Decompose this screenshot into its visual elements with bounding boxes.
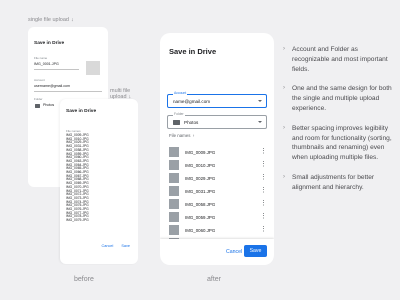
after-label: after xyxy=(207,276,222,283)
list-item: IMG_0031.JPG ⋮ xyxy=(169,186,269,199)
folder-value: Photos xyxy=(184,119,199,125)
single-upload-caption-text: single file upload xyxy=(28,17,69,23)
dialog-title: Save in Drive xyxy=(169,47,217,56)
chevron-right-icon: › xyxy=(283,85,285,92)
image-thumbnail xyxy=(169,225,179,235)
file-name[interactable]: IMG_0060.JPG xyxy=(185,228,215,233)
note-item: › One and the same design for both the si… xyxy=(283,84,393,113)
note-text: Better spacing improves legibility and r… xyxy=(292,124,392,162)
folder-label: Folder xyxy=(34,97,43,101)
dialog-actions: Cancel Save xyxy=(102,244,130,248)
save-button[interactable]: Save xyxy=(244,245,267,257)
chevron-right-icon: › xyxy=(283,46,285,52)
account-label: Account xyxy=(34,78,45,82)
more-vert-icon[interactable]: ⋮ xyxy=(260,174,267,182)
list-item: IMG_0059.JPG ⋮ xyxy=(169,212,269,225)
before-label: before xyxy=(74,276,94,283)
folder-field[interactable]: Photos xyxy=(43,103,54,107)
image-thumbnail xyxy=(86,61,100,75)
note-item: › Small adjustments for better alignment … xyxy=(283,173,393,193)
dialog-title: Save in Drive xyxy=(34,41,65,46)
account-field[interactable]: username@gmail.com xyxy=(34,84,70,88)
file-name[interactable]: IMG_0058.JPG xyxy=(185,202,215,207)
divider xyxy=(34,91,102,92)
folder-select[interactable]: Folder Photos xyxy=(167,112,267,129)
file-name[interactable]: IMG_0059.JPG xyxy=(185,215,215,220)
more-vert-icon[interactable]: ⋮ xyxy=(260,148,267,156)
list-item: IMG_0010.JPG ⋮ xyxy=(169,160,269,173)
design-notes: › Account and Folder as recognizable and … xyxy=(283,45,393,203)
image-thumbnail xyxy=(169,147,179,157)
more-vert-icon[interactable]: ⋮ xyxy=(260,187,267,195)
image-thumbnail xyxy=(169,186,179,196)
note-text: One and the same design for both the sin… xyxy=(292,85,392,112)
note-item: › Better spacing improves legibility and … xyxy=(283,124,393,163)
note-text: Account and Folder as recognizable and m… xyxy=(292,46,388,73)
more-vert-icon[interactable]: ⋮ xyxy=(260,200,267,208)
list-item: IMG_0009.JPG ⋮ xyxy=(169,147,269,160)
image-thumbnail xyxy=(169,212,179,222)
more-vert-icon[interactable]: ⋮ xyxy=(260,226,267,234)
file-names-sort-header[interactable]: File names ↑ xyxy=(169,133,194,138)
file-name[interactable]: IMG_0009.JPG xyxy=(185,150,215,155)
account-select[interactable]: Account name@gmail.com xyxy=(167,91,267,108)
file-names-label: File names xyxy=(169,133,191,138)
single-upload-caption: single file upload ↓ xyxy=(28,17,74,23)
folder-label: Folder xyxy=(173,112,185,116)
account-value: name@gmail.com xyxy=(173,98,211,104)
note-item: › Account and Folder as recognizable and … xyxy=(283,45,393,74)
more-vert-icon[interactable]: ⋮ xyxy=(260,213,267,221)
file-name[interactable]: IMG_0029.JPG xyxy=(185,176,215,181)
more-vert-icon[interactable]: ⋮ xyxy=(260,161,267,169)
dialog-action-bar: Cancel Save xyxy=(160,239,274,265)
after-upload-screen: Save in Drive Account name@gmail.com Fol… xyxy=(160,33,274,265)
file-name[interactable]: IMG_0010.JPG xyxy=(185,163,215,168)
before-multi-upload-screen: Save in Drive File names IMG_0009.JPG IM… xyxy=(60,99,138,264)
divider xyxy=(34,69,79,70)
image-thumbnail xyxy=(169,199,179,209)
image-thumbnail xyxy=(169,173,179,183)
cancel-button[interactable]: Cancel xyxy=(102,244,114,248)
list-item: IMG_0060.JPG ⋮ xyxy=(169,225,269,238)
account-label: Account xyxy=(173,91,188,95)
file-name-label: File name xyxy=(34,56,48,60)
cancel-button[interactable]: Cancel xyxy=(226,249,242,255)
arrow-down-icon: ↓ xyxy=(70,17,74,23)
save-button[interactable]: Save xyxy=(121,244,130,248)
chevron-right-icon: › xyxy=(283,173,285,180)
file-name[interactable]: IMG_0031.JPG xyxy=(185,189,215,194)
chevron-down-icon xyxy=(258,120,262,123)
list-item: IMG_0079.JPG xyxy=(66,218,89,223)
folder-icon xyxy=(35,104,40,108)
list-item: IMG_0029.JPG ⋮ xyxy=(169,173,269,186)
file-name-list: IMG_0009.JPG IMG_0010.JPG IMG_0029.JPG I… xyxy=(66,133,89,223)
note-text: Small adjustments for better alignment a… xyxy=(292,173,375,191)
arrow-up-icon: ↑ xyxy=(192,133,195,138)
folder-icon xyxy=(173,120,180,126)
chevron-down-icon xyxy=(258,99,262,102)
chevron-right-icon: › xyxy=(283,124,285,131)
file-name-field[interactable]: IMG_0001.JPG xyxy=(34,62,59,66)
dialog-title: Save in Drive xyxy=(66,109,97,114)
list-item: IMG_0058.JPG ⋮ xyxy=(169,199,269,212)
image-thumbnail xyxy=(169,160,179,170)
